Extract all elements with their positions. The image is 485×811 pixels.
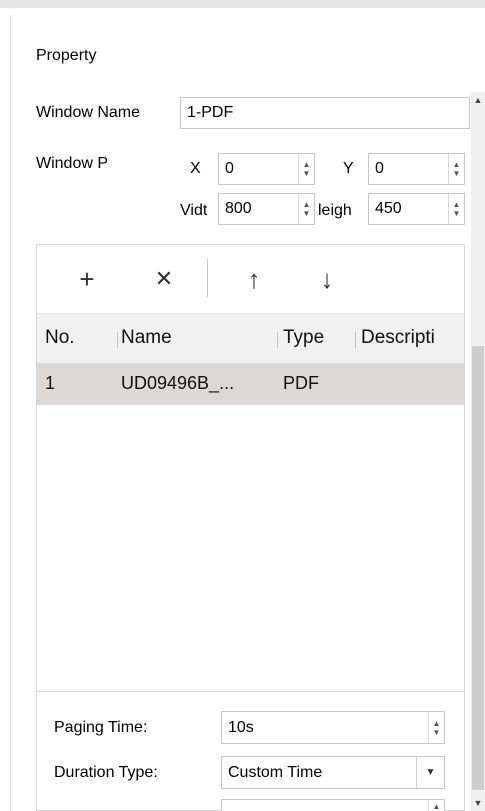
column-header-name[interactable]: Name <box>121 327 271 349</box>
spin-up-icon[interactable]: ▲ <box>303 160 311 169</box>
x-stepper[interactable]: 0 ▲ ▼ <box>218 153 315 185</box>
paging-time-label: Paging Time: <box>54 719 148 736</box>
table-header: No. Name Type Descripti <box>37 313 464 363</box>
spin-up-icon[interactable]: ▲ <box>433 719 441 728</box>
top-edge <box>0 0 485 14</box>
width-value: 800 <box>225 200 252 217</box>
list-toolbar: + ✕ ↑ ↓ <box>37 245 464 313</box>
width-stepper[interactable]: 800 ▲ ▼ <box>218 193 315 225</box>
width-label: Vidt <box>180 202 208 219</box>
spin-down-icon[interactable]: ▼ <box>453 209 461 218</box>
y-value: 0 <box>375 160 384 177</box>
spin-down-icon[interactable]: ▼ <box>433 728 441 737</box>
move-up-icon[interactable]: ↑ <box>234 259 274 299</box>
toolbar-divider <box>207 259 208 297</box>
x-value: 0 <box>225 160 234 177</box>
spin-up-icon[interactable]: ▲ <box>453 200 461 209</box>
column-header-description[interactable]: Descripti <box>361 327 464 349</box>
spin-up-icon[interactable]: ▲ <box>303 200 311 209</box>
spin-down-icon[interactable]: ▼ <box>303 209 311 218</box>
add-icon[interactable]: + <box>67 259 107 299</box>
spin-down-icon[interactable]: ▼ <box>303 169 311 178</box>
height-stepper[interactable]: 450 ▲ ▼ <box>368 193 465 225</box>
x-spin-buttons[interactable]: ▲ ▼ <box>298 154 314 184</box>
cell-type: PDF <box>283 373 319 393</box>
next-field-partial[interactable]: ▲ <box>221 799 445 811</box>
spin-up-icon[interactable]: ▲ <box>428 800 444 811</box>
column-divider[interactable] <box>277 332 278 348</box>
panel-left-border <box>10 14 11 811</box>
move-down-icon[interactable]: ↓ <box>307 259 347 299</box>
column-header-type[interactable]: Type <box>283 327 353 349</box>
x-label: X <box>190 160 201 177</box>
scroll-up-icon[interactable]: ▲ <box>471 92 485 108</box>
paging-time-value: 10s <box>228 718 254 736</box>
spin-down-icon[interactable]: ▼ <box>453 169 461 178</box>
y-spin-buttons[interactable]: ▲ ▼ <box>448 154 464 184</box>
column-header-no[interactable]: No. <box>45 327 115 349</box>
panel-title: Property <box>36 47 97 64</box>
spin-up-icon[interactable]: ▲ <box>453 160 461 169</box>
height-label: leigh <box>318 202 352 219</box>
height-value: 450 <box>375 200 402 217</box>
window-name-value: 1-PDF <box>187 104 234 121</box>
duration-type-select[interactable]: Custom Time ▼ <box>221 756 445 789</box>
y-label: Y <box>343 160 354 177</box>
window-position-label: Window P <box>36 155 109 172</box>
cell-no: 1 <box>45 373 56 393</box>
paging-time-spin-buttons[interactable]: ▲ ▼ <box>428 712 444 743</box>
duration-type-value: Custom Time <box>228 763 323 781</box>
chevron-down-icon[interactable]: ▼ <box>416 757 444 788</box>
width-spin-buttons[interactable]: ▲ ▼ <box>298 194 314 224</box>
list-bottom-divider <box>37 691 464 692</box>
duration-type-label: Duration Type: <box>54 764 158 781</box>
column-divider[interactable] <box>117 332 118 348</box>
window-name-label: Window Name <box>36 104 141 121</box>
scrollbar-thumb[interactable] <box>472 346 484 790</box>
column-divider[interactable] <box>355 332 356 348</box>
table-row[interactable]: 1 UD09496B_... PDF <box>37 363 464 405</box>
delete-icon[interactable]: ✕ <box>144 259 184 299</box>
scroll-down-icon[interactable]: ▼ <box>471 795 485 811</box>
paging-time-stepper[interactable]: 10s ▲ ▼ <box>221 711 445 744</box>
window-name-input[interactable]: 1-PDF <box>180 97 470 129</box>
y-stepper[interactable]: 0 ▲ ▼ <box>368 153 465 185</box>
cell-name: UD09496B_... <box>121 373 235 393</box>
vertical-scrollbar[interactable]: ▲ ▼ <box>471 92 485 811</box>
height-spin-buttons[interactable]: ▲ ▼ <box>448 194 464 224</box>
